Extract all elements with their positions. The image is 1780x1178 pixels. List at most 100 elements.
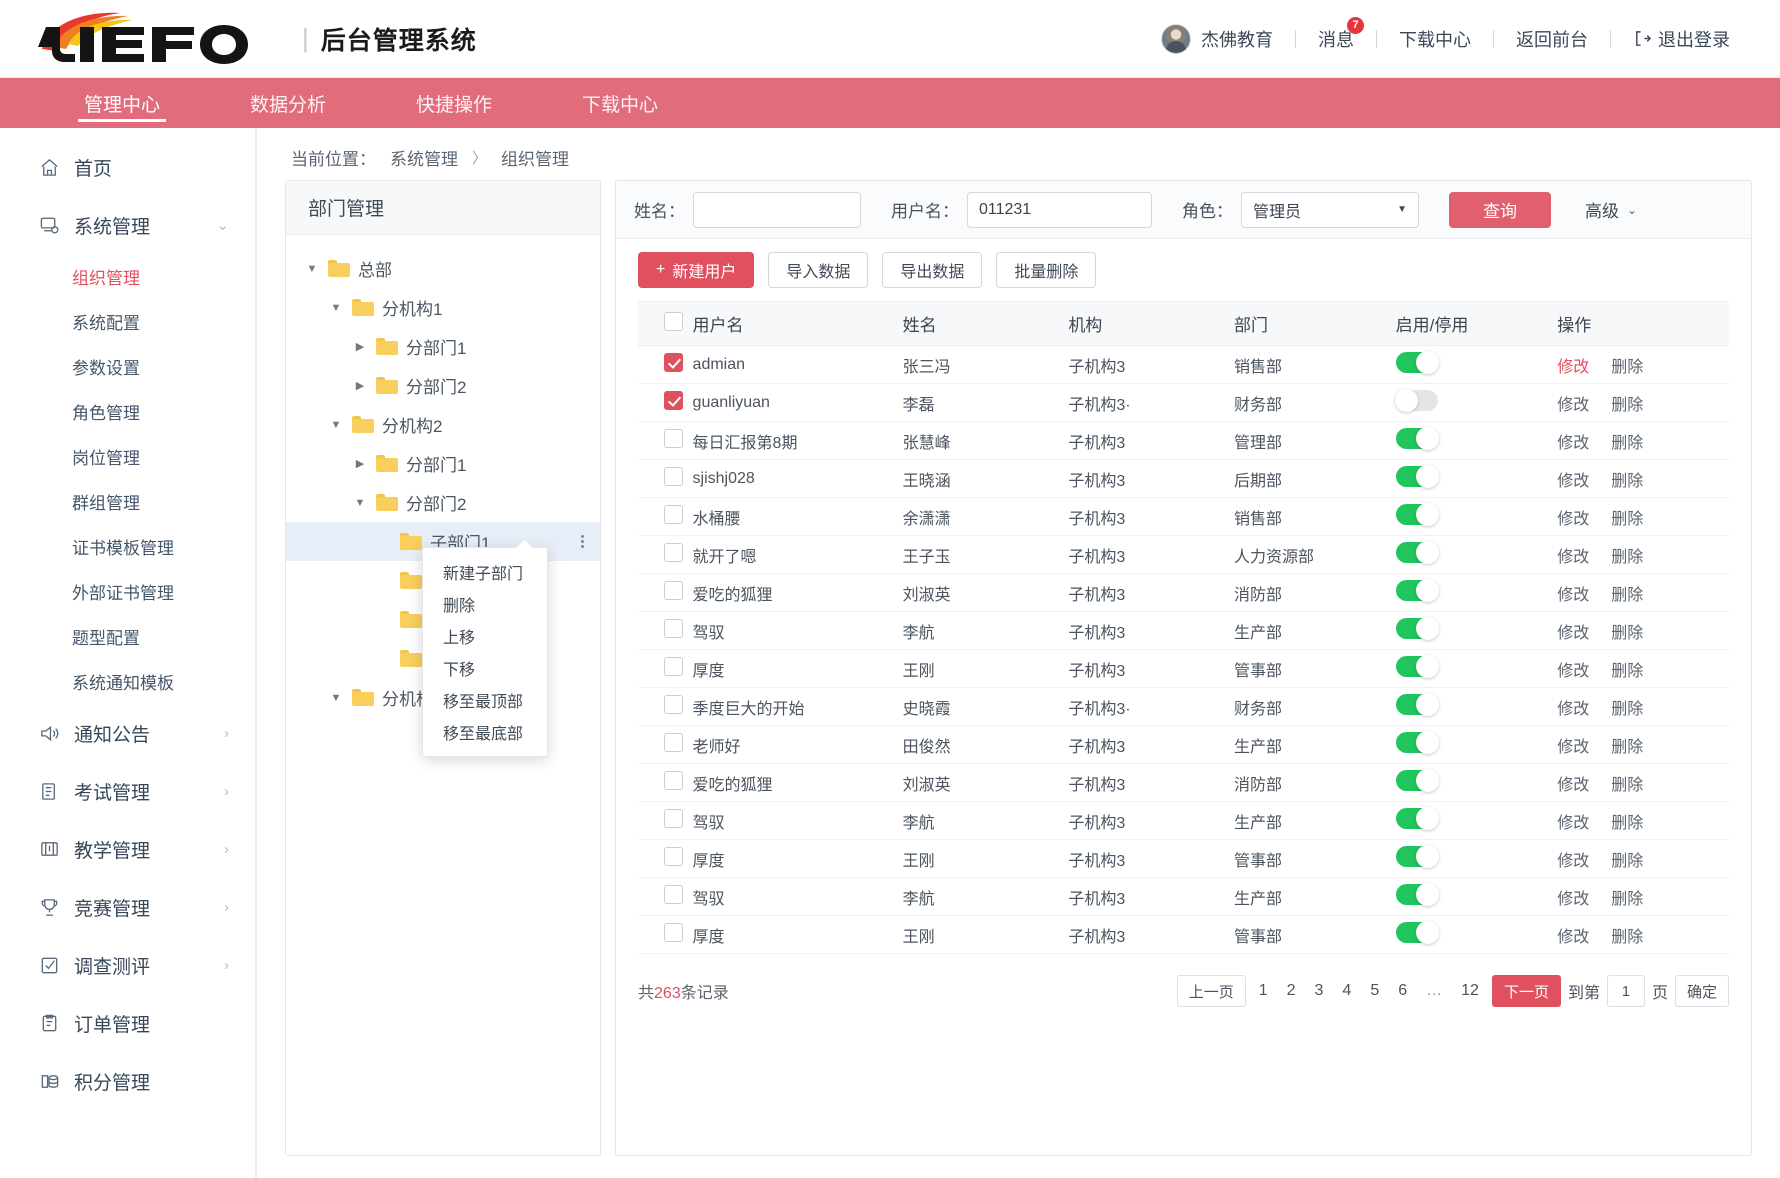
sidebar-item-home[interactable]: 首页 (0, 138, 255, 196)
row-checkbox[interactable] (664, 847, 683, 866)
delete-link[interactable]: 删除 (1611, 549, 1643, 566)
sidebar-item-teaching[interactable]: 教学管理 › (0, 820, 255, 878)
delete-link[interactable]: 删除 (1611, 777, 1643, 794)
prev-page-button[interactable]: 上一页 (1177, 975, 1246, 1007)
context-menu-item[interactable]: 移至最底部 (423, 716, 547, 748)
edit-link[interactable]: 修改 (1557, 511, 1589, 528)
enable-toggle[interactable] (1396, 428, 1438, 449)
sidebar-item-orders[interactable]: 订单管理 (0, 994, 255, 1052)
sidebar-item-announcements[interactable]: 通知公告 › (0, 704, 255, 762)
edit-link[interactable]: 修改 (1557, 359, 1589, 376)
jump-confirm-button[interactable]: 确定 (1675, 975, 1729, 1007)
sidebar-item-system[interactable]: 系统管理 ⌄ (0, 196, 255, 254)
ribbon-tab-download-center[interactable]: 下载中心 (576, 78, 664, 128)
tree-node-menu-icon[interactable] (574, 532, 590, 552)
export-data-button[interactable]: 导出数据 (882, 252, 982, 288)
import-data-button[interactable]: 导入数据 (768, 252, 868, 288)
enable-toggle[interactable] (1396, 390, 1438, 411)
enable-toggle[interactable] (1396, 466, 1438, 487)
row-checkbox[interactable] (664, 429, 683, 448)
edit-link[interactable]: 修改 (1557, 435, 1589, 452)
edit-link[interactable]: 修改 (1557, 397, 1589, 414)
select-all-checkbox[interactable] (664, 312, 683, 331)
page-number[interactable]: 4 (1336, 982, 1357, 1000)
page-number[interactable]: 2 (1281, 982, 1302, 1000)
sidebar-subitem-posts[interactable]: 岗位管理 (0, 434, 255, 479)
context-menu-item[interactable]: 上移 (423, 620, 547, 652)
row-checkbox[interactable] (664, 467, 683, 486)
delete-link[interactable]: 删除 (1611, 359, 1643, 376)
sidebar-subitem-sysconfig[interactable]: 系统配置 (0, 299, 255, 344)
enable-toggle[interactable] (1396, 732, 1438, 753)
row-checkbox[interactable] (664, 733, 683, 752)
delete-link[interactable]: 删除 (1611, 701, 1643, 718)
enable-toggle[interactable] (1396, 656, 1438, 677)
delete-link[interactable]: 删除 (1611, 473, 1643, 490)
page-number[interactable]: 3 (1309, 982, 1330, 1000)
enable-toggle[interactable] (1396, 580, 1438, 601)
messages-link[interactable]: 消息 7 (1296, 26, 1376, 52)
row-checkbox[interactable] (664, 353, 683, 372)
edit-link[interactable]: 修改 (1557, 587, 1589, 604)
search-button[interactable]: 查询 (1449, 192, 1551, 228)
delete-link[interactable]: 删除 (1611, 625, 1643, 642)
ribbon-tab-admin-center[interactable]: 管理中心 (78, 78, 166, 128)
context-menu-item[interactable]: 下移 (423, 652, 547, 684)
row-checkbox[interactable] (664, 809, 683, 828)
delete-link[interactable]: 删除 (1611, 435, 1643, 452)
row-checkbox[interactable] (664, 657, 683, 676)
edit-link[interactable]: 修改 (1557, 663, 1589, 680)
sidebar-subitem-params[interactable]: 参数设置 (0, 344, 255, 389)
edit-link[interactable]: 修改 (1557, 891, 1589, 908)
delete-link[interactable]: 删除 (1611, 397, 1643, 414)
caret-expanded-icon[interactable]: ▼ (328, 692, 344, 704)
page-number[interactable]: 12 (1455, 982, 1485, 1000)
row-checkbox[interactable] (664, 391, 683, 410)
enable-toggle[interactable] (1396, 352, 1438, 373)
row-checkbox[interactable] (664, 923, 683, 942)
new-user-button[interactable]: + 新建用户 (638, 252, 754, 288)
delete-link[interactable]: 删除 (1611, 929, 1643, 946)
enable-toggle[interactable] (1396, 884, 1438, 905)
sidebar-subitem-org[interactable]: 组织管理 (0, 254, 255, 299)
caret-expanded-icon[interactable]: ▼ (304, 263, 320, 275)
sidebar-subitem-question-type[interactable]: 题型配置 (0, 614, 255, 659)
row-checkbox[interactable] (664, 581, 683, 600)
edit-link[interactable]: 修改 (1557, 777, 1589, 794)
enable-toggle[interactable] (1396, 846, 1438, 867)
edit-link[interactable]: 修改 (1557, 739, 1589, 756)
caret-expanded-icon[interactable]: ▼ (328, 419, 344, 431)
sidebar-subitem-external-cert[interactable]: 外部证书管理 (0, 569, 255, 614)
enable-toggle[interactable] (1396, 618, 1438, 639)
enable-toggle[interactable] (1396, 770, 1438, 791)
username-input[interactable] (967, 192, 1152, 228)
context-menu-item[interactable]: 删除 (423, 588, 547, 620)
sidebar-subitem-notify-template[interactable]: 系统通知模板 (0, 659, 255, 704)
caret-expanded-icon[interactable]: ▼ (352, 497, 368, 509)
role-select[interactable]: 管理员 ▼ (1241, 192, 1419, 228)
sidebar-item-survey[interactable]: 调查测评 › (0, 936, 255, 994)
enable-toggle[interactable] (1396, 922, 1438, 943)
delete-link[interactable]: 删除 (1611, 587, 1643, 604)
tree-node[interactable]: ▼总部 (286, 249, 600, 288)
delete-link[interactable]: 删除 (1611, 739, 1643, 756)
sidebar-item-points[interactable]: 积分管理 (0, 1052, 255, 1110)
back-to-front-link[interactable]: 返回前台 (1494, 26, 1610, 52)
name-input[interactable] (693, 192, 861, 228)
sidebar-item-exam[interactable]: 考试管理 › (0, 762, 255, 820)
row-checkbox[interactable] (664, 695, 683, 714)
delete-link[interactable]: 删除 (1611, 853, 1643, 870)
delete-link[interactable]: 删除 (1611, 815, 1643, 832)
sidebar-subitem-groups[interactable]: 群组管理 (0, 479, 255, 524)
next-page-button[interactable]: 下一页 (1492, 975, 1561, 1007)
tree-node[interactable]: ▼分机构2 (286, 405, 600, 444)
tree-node[interactable]: ▶分部门2 (286, 366, 600, 405)
caret-collapsed-icon[interactable]: ▶ (352, 340, 368, 353)
row-checkbox[interactable] (664, 885, 683, 904)
edit-link[interactable]: 修改 (1557, 853, 1589, 870)
jump-page-input[interactable] (1607, 975, 1645, 1007)
edit-link[interactable]: 修改 (1557, 625, 1589, 642)
advanced-toggle[interactable]: 高级 ⌄ (1585, 197, 1637, 222)
enable-toggle[interactable] (1396, 504, 1438, 525)
context-menu-item[interactable]: 移至最顶部 (423, 684, 547, 716)
